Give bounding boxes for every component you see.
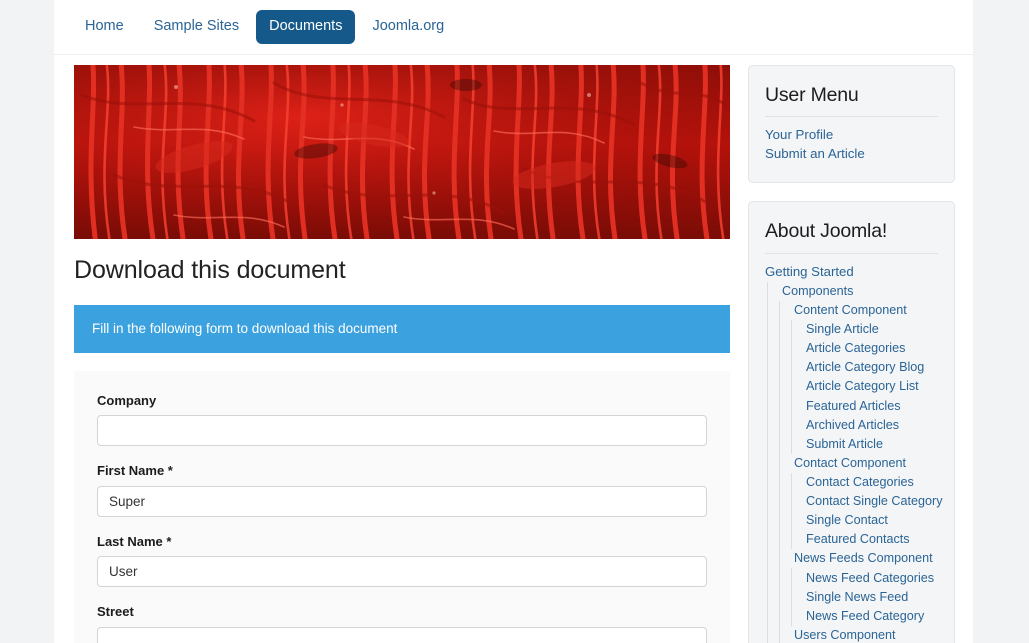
tree-link-single-article[interactable]: Single Article (801, 320, 938, 339)
form-field: Street (97, 604, 707, 643)
tree-item: Single News Feed (801, 587, 938, 606)
tree-link-users-component[interactable]: Users Component (789, 626, 938, 643)
sidebar: User Menu Your ProfileSubmit an Article … (748, 65, 955, 643)
tree-link-featured-contacts[interactable]: Featured Contacts (801, 530, 938, 549)
tree-link-article-category-list[interactable]: Article Category List (801, 377, 938, 396)
field-label: Last Name * (97, 534, 707, 550)
form-instruction-alert: Fill in the following form to download t… (74, 305, 730, 353)
tree-item: Users ComponentLogin FormUser ProfileEdi… (789, 626, 938, 643)
field-label: Street (97, 604, 707, 620)
tree-sublist: News Feed CategoriesSingle News FeedNews… (791, 568, 938, 625)
tree-link-single-news-feed[interactable]: Single News Feed (801, 587, 938, 606)
divider (765, 253, 938, 254)
tree-link-archived-articles[interactable]: Archived Articles (801, 415, 938, 434)
street-input[interactable] (97, 627, 707, 643)
form-field: Company (97, 393, 707, 447)
tree-link-news-feed-categories[interactable]: News Feed Categories (801, 568, 938, 587)
user-menu-title: User Menu (765, 83, 938, 107)
field-label: Company (97, 393, 707, 409)
tree-item: Contact Single Category (801, 492, 938, 511)
company-input[interactable] (97, 415, 707, 446)
tree-sublist: ComponentsContent ComponentSingle Articl… (767, 282, 938, 643)
tree-item: ComponentsContent ComponentSingle Articl… (777, 282, 938, 643)
nav-item-joomla-org[interactable]: Joomla.org (359, 10, 457, 44)
first-name-input[interactable] (97, 486, 707, 517)
tree-link-submit-article[interactable]: Submit Article (801, 435, 938, 454)
tree-item: Featured Articles (801, 396, 938, 415)
tree-item: Featured Contacts (801, 530, 938, 549)
tree-item: Single Contact (801, 511, 938, 530)
tree-item: Contact Categories (801, 473, 938, 492)
user-menu-link[interactable]: Submit an Article (765, 144, 938, 163)
tree-link-components[interactable]: Components (777, 282, 938, 301)
page-background: HomeSample SitesDocumentsJoomla.org (0, 0, 1029, 643)
tree-link-contact-single-category[interactable]: Contact Single Category (801, 492, 938, 511)
hero-image (74, 65, 730, 239)
user-menu-module: User Menu Your ProfileSubmit an Article (748, 65, 955, 183)
main-content: Download this document Fill in the follo… (74, 65, 730, 643)
tree-item: Contact ComponentContact CategoriesConta… (789, 454, 938, 550)
tree-item: News Feed Category (801, 607, 938, 626)
about-joomla-module: About Joomla! Getting StartedComponentsC… (748, 201, 955, 643)
tree-sublist: Content ComponentSingle ArticleArticle C… (779, 301, 938, 643)
about-joomla-tree: Getting StartedComponentsContent Compone… (765, 262, 938, 643)
tree-item: Submit Article (801, 435, 938, 454)
tree-link-article-category-blog[interactable]: Article Category Blog (801, 358, 938, 377)
nav-item-sample-sites[interactable]: Sample Sites (141, 10, 252, 44)
form-field: First Name * (97, 463, 707, 517)
tree-link-getting-started[interactable]: Getting Started (765, 262, 938, 282)
tree-item: Article Category List (801, 377, 938, 396)
page-title: Download this document (74, 254, 730, 287)
tree-link-news-feed-category[interactable]: News Feed Category (801, 607, 938, 626)
tree-link-featured-articles[interactable]: Featured Articles (801, 396, 938, 415)
form-field: Last Name * (97, 534, 707, 588)
last-name-input[interactable] (97, 556, 707, 587)
field-label: First Name * (97, 463, 707, 479)
tree-item: Content ComponentSingle ArticleArticle C… (789, 301, 938, 454)
download-form: CompanyFirst Name *Last Name *StreetCity (74, 371, 730, 643)
tree-sublist: Contact CategoriesContact Single Categor… (791, 473, 938, 549)
tree-link-contact-component[interactable]: Contact Component (789, 454, 938, 473)
tree-link-article-categories[interactable]: Article Categories (801, 339, 938, 358)
tree-link-contact-categories[interactable]: Contact Categories (801, 473, 938, 492)
tree-item: Archived Articles (801, 415, 938, 434)
tree-item: Getting StartedComponentsContent Compone… (765, 262, 938, 643)
user-menu-link[interactable]: Your Profile (765, 125, 938, 144)
tree-item: Article Categories (801, 339, 938, 358)
tree-link-content-component[interactable]: Content Component (789, 301, 938, 320)
user-menu-links: Your ProfileSubmit an Article (765, 125, 938, 163)
tree-link-news-feeds-component[interactable]: News Feeds Component (789, 549, 938, 568)
content-columns: Download this document Fill in the follo… (54, 55, 973, 643)
nav-item-home[interactable]: Home (72, 10, 137, 44)
tree-link-single-contact[interactable]: Single Contact (801, 511, 938, 530)
main-navigation: HomeSample SitesDocumentsJoomla.org (54, 0, 973, 55)
tree-item: News Feed Categories (801, 568, 938, 587)
about-joomla-title: About Joomla! (765, 219, 938, 243)
nav-item-documents[interactable]: Documents (256, 10, 355, 44)
tree-sublist: Single ArticleArticle CategoriesArticle … (791, 320, 938, 454)
divider (765, 116, 938, 117)
nav-list: HomeSample SitesDocumentsJoomla.org (72, 10, 457, 44)
tree-item: News Feeds ComponentNews Feed Categories… (789, 549, 938, 625)
site-container: HomeSample SitesDocumentsJoomla.org (54, 0, 973, 643)
tree-item: Article Category Blog (801, 358, 938, 377)
maple-leaves-graphic (74, 65, 730, 239)
tree-item: Single Article (801, 320, 938, 339)
